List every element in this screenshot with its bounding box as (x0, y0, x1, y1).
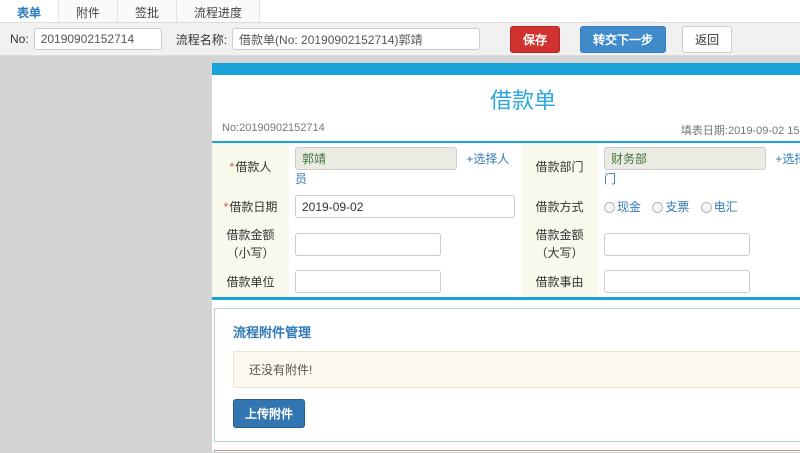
form-bottom-accent-line (212, 297, 800, 300)
amount-upper-input[interactable] (604, 232, 750, 256)
flow-name-input[interactable] (232, 28, 481, 50)
approval-section: 流程签批意见 B I abc (214, 450, 800, 452)
table-row: 借款单位 借款事由 (212, 266, 800, 297)
tab-approvals[interactable]: 签批 (118, 0, 178, 22)
table-row: 借款金额（小写） 借款金额（大写） (212, 222, 800, 266)
loan-date-label: *借款日期 (212, 191, 289, 222)
required-mark: * (229, 160, 235, 174)
loan-unit-input[interactable] (295, 270, 441, 293)
attachment-section: 流程附件管理 还没有附件! 上传附件 (214, 308, 800, 442)
tab-progress[interactable]: 流程进度 (177, 0, 261, 22)
dept-label: 借款部门 (521, 143, 598, 191)
no-label: No: (10, 32, 29, 46)
form-no-text: No:20190902152714 (222, 122, 325, 134)
loan-form-panel: 借款单 No:20190902152714 填表日期:2019-09-02 15… (212, 63, 800, 452)
loan-reason-input[interactable] (604, 270, 750, 293)
page-title: 借款单 (489, 88, 556, 113)
back-button[interactable]: 返回 (682, 25, 733, 53)
save-button[interactable]: 保存 (510, 25, 561, 53)
radio-wire[interactable]: 电汇 (700, 200, 738, 214)
attachment-section-title: 流程附件管理 (233, 325, 312, 340)
forward-next-step-button[interactable]: 转交下一步 (580, 25, 667, 53)
tab-bar-filler (260, 0, 800, 22)
table-row: *借款日期 借款方式 现金 支票 电汇 (212, 191, 800, 222)
upload-attachment-button[interactable]: 上传附件 (233, 399, 306, 428)
loan-date-input[interactable] (295, 195, 515, 218)
borrower-label: *借款人 (212, 143, 289, 191)
amount-lower-label: 借款金额（小写） (212, 222, 289, 266)
loan-reason-label: 借款事由 (521, 266, 598, 297)
loan-unit-label: 借款单位 (212, 266, 289, 297)
no-attachment-alert: 还没有附件! (233, 351, 800, 388)
tab-form[interactable]: 表单 (0, 0, 60, 22)
flow-name-label: 流程名称: (175, 32, 228, 47)
loan-method-label: 借款方式 (521, 191, 598, 222)
dept-input[interactable] (604, 147, 766, 170)
required-mark: * (223, 199, 229, 214)
tab-attachments[interactable]: 附件 (59, 0, 119, 22)
form-meta-row: No:20190902152714 填表日期:2019-09-02 15:27:… (212, 120, 800, 143)
tab-bar: 表单 附件 签批 流程进度 (0, 0, 800, 23)
table-row: *借款人 +选择人员 借款部门 +选择部门 (212, 143, 800, 191)
borrower-input[interactable] (295, 147, 457, 170)
form-fill-date-text: 填表日期:2019-09-02 15:27:1 (680, 125, 800, 137)
radio-cash[interactable]: 现金 (604, 200, 641, 214)
toolbar: No: 流程名称: 保存 转交下一步 返回 (0, 23, 800, 56)
loan-form-table: *借款人 +选择人员 借款部门 +选择部门 *借款日期 (212, 143, 800, 297)
panel-top-accent-bar (212, 63, 800, 75)
radio-cheque[interactable]: 支票 (652, 200, 689, 214)
radio-circle-icon (604, 202, 615, 213)
amount-lower-input[interactable] (295, 232, 441, 256)
radio-circle-icon (700, 202, 712, 213)
amount-upper-label: 借款金额（大写） (521, 222, 598, 266)
no-input[interactable] (33, 28, 162, 50)
loan-method-radio-group: 现金 支票 电汇 (604, 200, 746, 214)
radio-circle-icon (652, 202, 664, 213)
content-area: 借款单 No:20190902152714 填表日期:2019-09-02 15… (0, 56, 800, 452)
